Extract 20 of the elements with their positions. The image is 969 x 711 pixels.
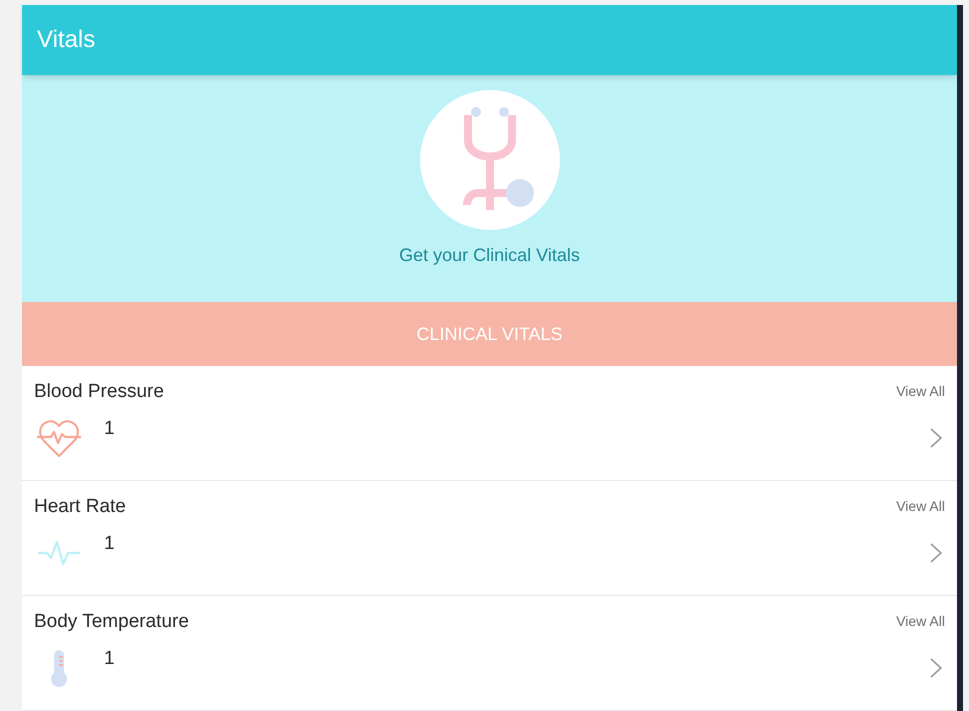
vital-name: Blood Pressure <box>34 380 165 404</box>
chevron-right-icon[interactable] <box>930 428 942 448</box>
chevron-right-icon[interactable] <box>930 543 942 563</box>
header-title: Vitals <box>37 25 96 55</box>
pulse-icon <box>37 540 81 566</box>
view-all-link[interactable]: View All <box>896 496 945 517</box>
vital-name: Body Temperature <box>34 610 190 634</box>
view-all-link[interactable]: View All <box>896 381 945 402</box>
vital-row[interactable]: Body Temperature 1 View All <box>22 596 957 711</box>
vital-name: Heart Rate <box>34 495 127 519</box>
vital-count: 1 <box>104 532 115 556</box>
chevron-right-icon[interactable] <box>930 658 942 678</box>
section-title: CLINICAL VITALS <box>416 322 563 346</box>
vital-count: 1 <box>104 416 115 440</box>
hero-caption: Get your Clinical Vitals <box>399 244 580 267</box>
vital-count: 1 <box>104 646 115 670</box>
thermometer-icon <box>48 648 70 686</box>
vital-row[interactable]: Blood Pressure 1 View All <box>22 366 957 481</box>
view-all-link[interactable]: View All <box>896 611 945 632</box>
vital-row[interactable]: Heart Rate 1 View All <box>22 481 957 596</box>
